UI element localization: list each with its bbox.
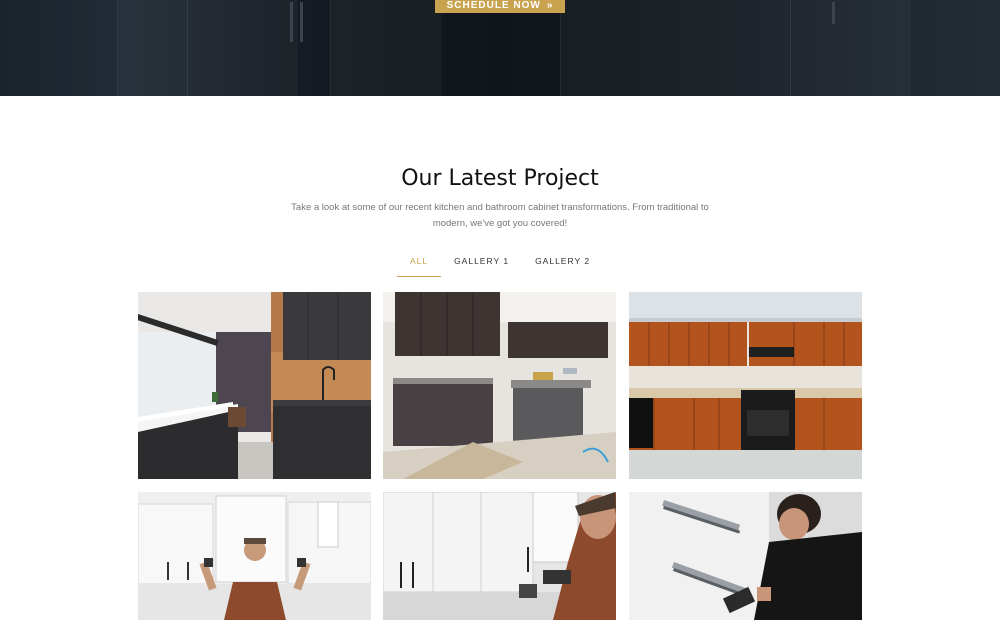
hero-banner: SCHEDULE NOW »: [0, 0, 1000, 96]
tab-gallery-2[interactable]: GALLERY 2: [522, 254, 603, 277]
hero-cabinet-panel: [187, 0, 298, 96]
modern-dark-kitchen-photo[interactable]: [138, 292, 371, 479]
section-subtitle: Take a look at some of our recent kitche…: [291, 202, 709, 229]
gallery-filter-tabs: ALL GALLERY 1 GALLERY 2: [0, 254, 1000, 277]
schedule-now-label: SCHEDULE NOW: [446, 0, 541, 11]
schedule-now-button[interactable]: SCHEDULE NOW »: [435, 0, 565, 13]
installer-drawer-slide-photo[interactable]: [629, 492, 862, 620]
section-title: Our Latest Project: [401, 166, 599, 191]
double-chevron-right-icon: »: [546, 0, 554, 11]
kitchen-under-construction-photo[interactable]: [383, 292, 616, 479]
hero-cabinet-handle: [300, 2, 303, 42]
hero-cabinet-panel: [560, 0, 791, 96]
hero-cabinet-panel: [790, 0, 911, 96]
modern-dark-kitchen-illustration: [138, 292, 371, 479]
drawer-slide-illustration: [629, 492, 862, 620]
hero-cabinet-panel: [330, 0, 441, 96]
hero-cabinet-handle: [832, 2, 835, 24]
cherry-wood-kitchen-photo[interactable]: [629, 292, 862, 479]
fitting-handle-illustration: [383, 492, 616, 620]
hero-cabinet-panel: [117, 0, 188, 96]
installer-fitting-handle-photo[interactable]: [383, 492, 616, 620]
mounting-cabinet-illustration: [138, 492, 371, 620]
construction-kitchen-illustration: [383, 292, 616, 479]
cherry-kitchen-illustration: [629, 292, 862, 479]
tab-all[interactable]: ALL: [396, 254, 442, 277]
installer-mounting-cabinet-photo[interactable]: [138, 492, 371, 620]
hero-cabinet-handle: [290, 2, 293, 42]
tab-gallery-1[interactable]: GALLERY 1: [441, 254, 522, 277]
